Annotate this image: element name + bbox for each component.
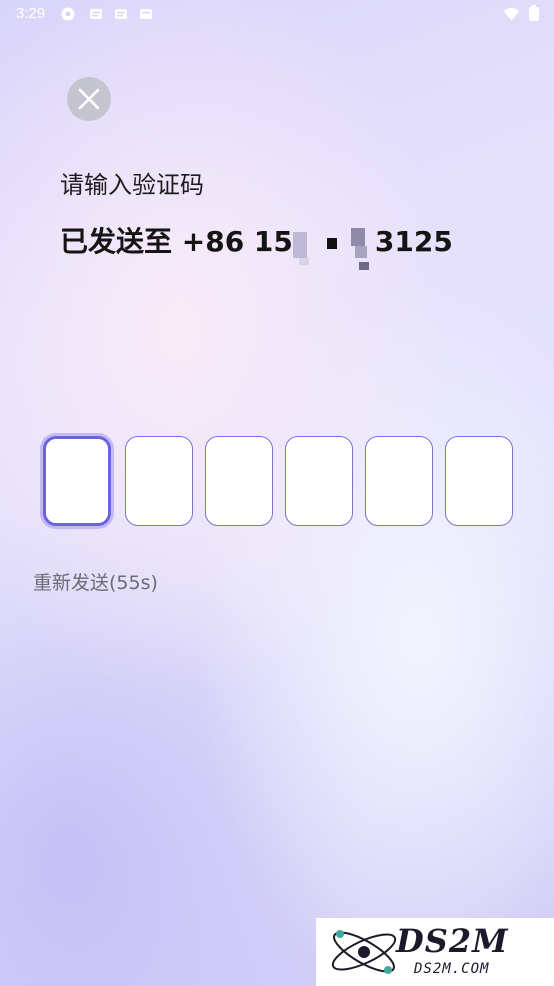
phone-number-prefix: 已发送至 +86 15 — [60, 225, 293, 258]
page-title: 请输入验证码 — [60, 171, 204, 199]
verification-code-input[interactable] — [40, 433, 520, 533]
close-button[interactable] — [67, 77, 111, 121]
code-digit-box[interactable] — [43, 436, 111, 526]
notification-icon — [115, 9, 127, 19]
watermark-url: DS2M.COM — [414, 961, 490, 977]
code-digit-box[interactable] — [445, 436, 513, 526]
phone-number-suffix: 3125 — [374, 225, 453, 258]
gear-icon — [61, 7, 75, 21]
code-digit-box[interactable] — [205, 436, 273, 526]
phone-number-line: 已发送至 +86 15 3125 — [60, 220, 453, 270]
code-digit-box[interactable] — [365, 436, 433, 526]
watermark-brand: DS2M — [396, 922, 509, 960]
resend-countdown: 重新发送(55s) — [33, 572, 158, 594]
status-bar: 3:29 — [0, 0, 554, 28]
watermark: DS2M DS2M.COM — [316, 918, 554, 986]
code-digit-box[interactable] — [285, 436, 353, 526]
notification-icon — [140, 9, 152, 19]
battery-icon — [529, 5, 539, 21]
phone-number-mask — [292, 228, 375, 270]
code-digit-box[interactable] — [125, 436, 193, 526]
notification-icon — [90, 9, 102, 19]
wifi-icon — [503, 8, 520, 21]
close-icon — [78, 88, 100, 110]
watermark-logo-icon — [331, 930, 397, 974]
status-time: 3:29 — [16, 5, 46, 22]
